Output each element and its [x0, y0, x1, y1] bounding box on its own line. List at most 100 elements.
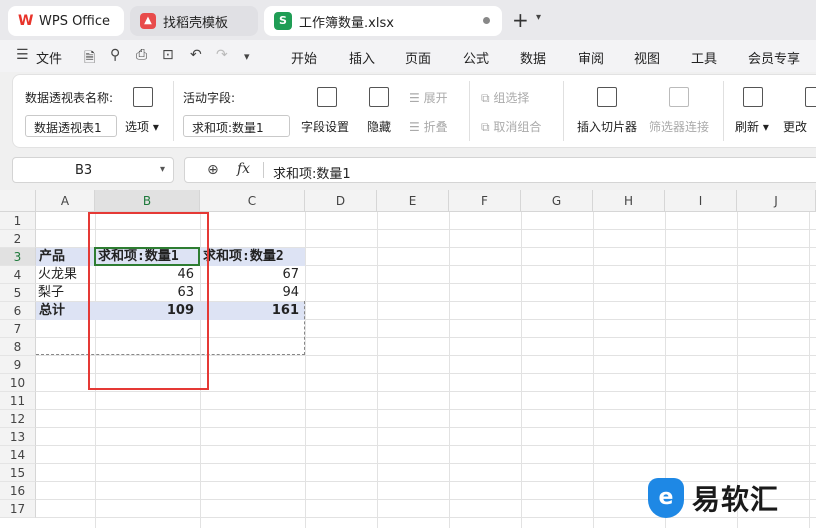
row-header-9[interactable]: 9	[0, 356, 36, 374]
save-icon[interactable]: 🗎	[84, 47, 95, 71]
row-header-7[interactable]: 7	[0, 320, 36, 338]
ungroup-icon: ⧉	[481, 120, 490, 134]
pivot-value-cell[interactable]: 67	[200, 266, 305, 284]
refresh-button[interactable]: 刷新 ▾	[735, 118, 769, 135]
refresh-icon[interactable]	[743, 87, 763, 107]
row-header-1[interactable]: 1	[0, 212, 36, 230]
share-icon[interactable]: ⚲	[110, 47, 120, 63]
chevron-down-icon[interactable]: ▾	[160, 164, 165, 175]
row-header-4[interactable]: 4	[0, 266, 36, 284]
row-header-2[interactable]: 2	[0, 230, 36, 248]
chevron-down-icon[interactable]: ▾	[536, 12, 541, 23]
pivot-header-product-label: 产品	[39, 249, 66, 264]
expand-label: 展开	[423, 91, 448, 105]
row-header-3[interactable]: 3	[0, 248, 36, 266]
unsaved-dot-icon[interactable]	[483, 17, 490, 24]
tab-wps-office[interactable]: W WPS Office	[8, 6, 124, 36]
slicer-icon[interactable]	[597, 87, 617, 107]
row-header-12[interactable]: 12	[0, 410, 36, 428]
group-selection-button[interactable]: ⧉ 组选择	[481, 89, 529, 106]
row-header-8[interactable]: 8	[0, 338, 36, 356]
column-header-e[interactable]: E	[377, 190, 449, 212]
row-header-14[interactable]: 14	[0, 446, 36, 464]
pivot-header-sum2[interactable]: 求和项:数量2	[200, 248, 305, 266]
fx-icon[interactable]: fx	[237, 161, 250, 177]
row-header-5[interactable]: 5	[0, 284, 36, 302]
tab-bar: W WPS Office ▲ 找稻壳模板 S 工作簿数量.xlsx + ▾	[0, 0, 816, 40]
column-header-j[interactable]: J	[737, 190, 816, 212]
pivot-row-label[interactable]: 梨子	[38, 284, 95, 302]
filter-connection-icon[interactable]	[669, 87, 689, 107]
collapse-button[interactable]: ☰ 折叠	[409, 118, 448, 135]
menu-member[interactable]: 会员专享	[748, 48, 800, 67]
pivot-row-label[interactable]: 火龙果	[38, 266, 95, 284]
row-header-10[interactable]: 10	[0, 374, 36, 392]
column-header-f[interactable]: F	[449, 190, 521, 212]
chevron-down-icon[interactable]: ▾	[244, 50, 250, 63]
pivot-value-cell[interactable]: 94	[200, 284, 305, 302]
undo-icon[interactable]: ↶	[190, 47, 202, 63]
ribbon-separator	[563, 81, 564, 141]
redo-icon[interactable]: ↷	[216, 47, 228, 63]
column-header-d[interactable]: D	[305, 190, 377, 212]
change-source-button[interactable]: 更改	[783, 118, 807, 135]
menu-data[interactable]: 数据	[520, 48, 546, 67]
template-logo-icon: ▲	[140, 13, 156, 29]
menu-file[interactable]: 文件	[36, 48, 62, 67]
row-header-13[interactable]: 13	[0, 428, 36, 446]
column-header-a[interactable]: A	[36, 190, 95, 212]
column-header-i[interactable]: I	[665, 190, 737, 212]
field-settings-button[interactable]: 字段设置	[301, 118, 349, 135]
change-source-icon[interactable]	[805, 87, 816, 107]
ribbon-separator	[469, 81, 470, 141]
tab-workbook[interactable]: S 工作簿数量.xlsx	[264, 6, 502, 36]
row-header-6[interactable]: 6	[0, 302, 36, 320]
gridline	[36, 427, 816, 428]
active-field-input[interactable]: 求和项:数量1	[183, 115, 290, 137]
options-button[interactable]: 选项 ▾	[125, 118, 159, 135]
row-header-15[interactable]: 15	[0, 464, 36, 482]
hamburger-icon[interactable]: ☰	[16, 47, 29, 63]
print-icon[interactable]: ⎙	[136, 47, 147, 63]
name-box[interactable]: B3 ▾	[12, 157, 174, 183]
tab-label: WPS Office	[39, 13, 111, 29]
new-tab-button[interactable]: +	[512, 8, 529, 32]
expand-icon: ☰	[409, 91, 420, 105]
expand-button[interactable]: ☰ 展开	[409, 89, 448, 106]
select-all-corner[interactable]	[0, 190, 36, 212]
menu-page[interactable]: 页面	[405, 48, 431, 67]
menu-view[interactable]: 视图	[634, 48, 660, 67]
filter-connections-button[interactable]: 筛选器连接	[649, 118, 709, 135]
gridline	[36, 409, 816, 410]
menu-tools[interactable]: 工具	[691, 48, 717, 67]
group-icon: ⧉	[481, 91, 490, 105]
pivot-header-product[interactable]: 产品 ▼	[36, 248, 95, 266]
tab-template[interactable]: ▲ 找稻壳模板	[130, 6, 258, 36]
column-header-c[interactable]: C	[200, 190, 305, 212]
zoom-icon[interactable]: ⊕	[207, 162, 219, 178]
wps-logo-icon: W	[18, 13, 34, 29]
pivot-name-input[interactable]: 数据透视表1	[25, 115, 117, 137]
row-header-11[interactable]: 11	[0, 392, 36, 410]
menu-review[interactable]: 审阅	[578, 48, 604, 67]
column-header-h[interactable]: H	[593, 190, 665, 212]
menu-formula[interactable]: 公式	[463, 48, 489, 67]
hide-icon[interactable]	[369, 87, 389, 107]
column-header-g[interactable]: G	[521, 190, 593, 212]
field-settings-icon[interactable]	[317, 87, 337, 107]
row-header-17[interactable]: 17	[0, 500, 36, 518]
menu-home[interactable]: 开始	[291, 48, 317, 67]
column-header-b[interactable]: B	[95, 190, 200, 212]
row-header-16[interactable]: 16	[0, 482, 36, 500]
ribbon-separator	[723, 81, 724, 141]
pivot-table-icon[interactable]	[133, 87, 153, 107]
menu-insert[interactable]: 插入	[349, 48, 375, 67]
ungroup-button[interactable]: ⧉ 取消组合	[481, 118, 541, 135]
menu-bar: ☰ 文件 🗎 ⚲ ⎙ ⊡ ↶ ↷ ▾ 开始 插入 页面 公式 数据 审阅 视图 …	[0, 40, 816, 72]
insert-slicer-button[interactable]: 插入切片器	[577, 118, 637, 135]
hide-button[interactable]: 隐藏	[367, 118, 391, 135]
tab-label: 工作簿数量.xlsx	[299, 15, 394, 31]
formula-input[interactable]: ⊕ fx 求和项:数量1	[184, 157, 816, 183]
print-preview-icon[interactable]: ⊡	[162, 47, 174, 63]
gridline	[36, 391, 816, 392]
